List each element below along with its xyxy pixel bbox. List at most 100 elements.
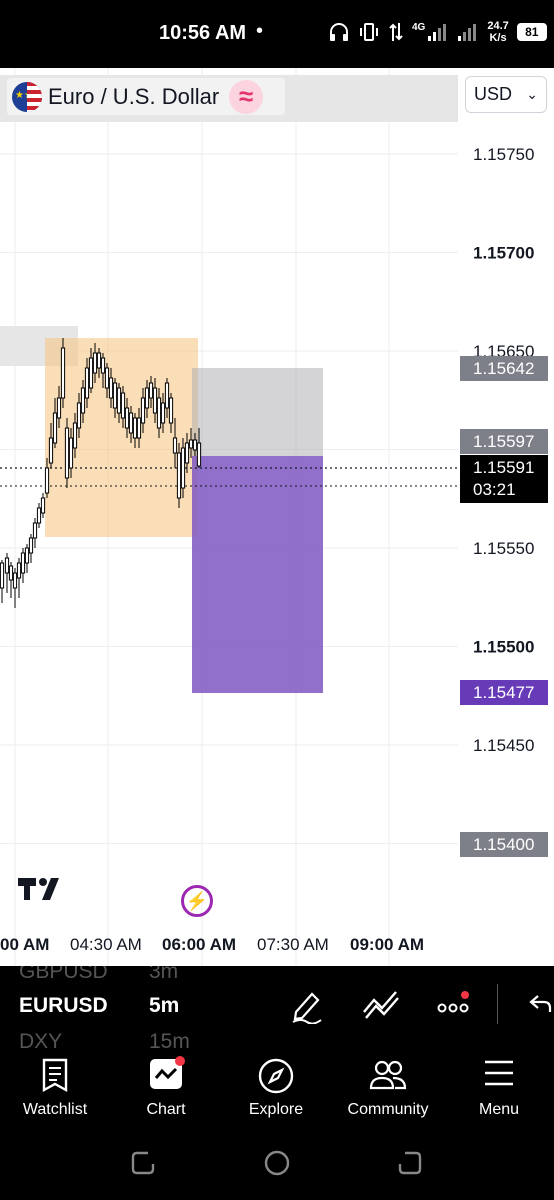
price-axis-label: 1.15550 bbox=[473, 539, 534, 558]
next-symbol-row[interactable]: DXY 15m bbox=[19, 1030, 190, 1048]
nav-explore[interactable]: Explore bbox=[221, 1048, 331, 1130]
candle-body bbox=[108, 377, 114, 399]
timeframe: 5m bbox=[149, 994, 180, 1017]
current-symbol-row[interactable]: EURUSD 5m bbox=[19, 994, 179, 1018]
pen-icon[interactable] bbox=[290, 988, 324, 1024]
headphones-icon bbox=[330, 23, 348, 41]
bottom-nav: Watchlist Chart Explore Community Menu bbox=[0, 1048, 554, 1130]
menu-icon bbox=[485, 1060, 513, 1086]
time-axis-label: 06:00 AM bbox=[162, 935, 236, 954]
candle-body bbox=[184, 442, 190, 464]
entry-price-tag-text: 1.15597 bbox=[473, 432, 534, 451]
signal-2-icon bbox=[458, 24, 477, 41]
candle-body bbox=[140, 397, 146, 424]
back-icon[interactable] bbox=[397, 1150, 423, 1176]
time-axis-label: 09:00 AM bbox=[350, 935, 424, 954]
candle-body bbox=[120, 392, 126, 419]
currency-select[interactable]: USD ⌄ bbox=[465, 76, 547, 113]
prev-symbol-row[interactable]: GBPUSD 3m bbox=[19, 966, 178, 984]
position-top-tag-text: 1.15642 bbox=[473, 359, 534, 378]
candle-body bbox=[92, 352, 98, 374]
nav-watchlist[interactable]: Watchlist bbox=[0, 1048, 110, 1130]
undo-icon[interactable] bbox=[528, 988, 554, 1018]
candle-body bbox=[12, 572, 18, 589]
candle-body bbox=[40, 497, 46, 514]
home-icon[interactable] bbox=[263, 1149, 291, 1177]
candle-body bbox=[196, 442, 202, 467]
price-axis-label: 1.15450 bbox=[473, 736, 534, 755]
nav-chart[interactable]: Chart bbox=[111, 1048, 221, 1130]
target-price-tag-text: 1.15477 bbox=[473, 683, 534, 702]
network-type: 4G bbox=[412, 21, 426, 33]
candle-body bbox=[48, 437, 54, 464]
candle-body bbox=[88, 357, 94, 389]
current-price-tag-text: 03:21 bbox=[473, 480, 516, 499]
candle-body bbox=[32, 522, 38, 539]
candle-body bbox=[148, 382, 154, 399]
recents-icon[interactable] bbox=[130, 1150, 156, 1176]
time-axis-label: 00 AM bbox=[0, 935, 49, 954]
candle-body bbox=[96, 352, 102, 369]
candle-body bbox=[172, 437, 178, 454]
nav-menu[interactable]: Menu bbox=[444, 1048, 554, 1130]
candle-body bbox=[64, 427, 70, 479]
price-axis-label: 1.15700 bbox=[473, 244, 534, 263]
tradingview-logo bbox=[18, 878, 59, 900]
battery-icon: 81 bbox=[516, 23, 547, 41]
take-profit-box bbox=[192, 456, 323, 693]
candle-body bbox=[164, 382, 170, 409]
candle-body bbox=[84, 367, 90, 399]
time-axis-label: 07:30 AM bbox=[257, 935, 329, 954]
status-dot: • bbox=[256, 20, 264, 42]
status-time: 10:56 AM bbox=[159, 22, 247, 44]
compass-icon bbox=[258, 1058, 294, 1094]
candle-body bbox=[28, 537, 34, 554]
price-chart[interactable]: 1.157501.157001.156501.155501.155001.154… bbox=[0, 68, 554, 966]
candle-body bbox=[144, 387, 150, 409]
chart-badge bbox=[175, 1056, 185, 1066]
stop-loss-box bbox=[192, 368, 323, 456]
chevron-down-icon: ⌄ bbox=[526, 86, 538, 102]
candle-body bbox=[0, 562, 5, 589]
candle-body bbox=[68, 437, 74, 469]
candle-body bbox=[124, 407, 130, 429]
candle-body bbox=[156, 397, 162, 429]
candle-body bbox=[100, 357, 106, 374]
candle-body bbox=[36, 507, 42, 524]
wave-icon[interactable]: ≈ bbox=[229, 79, 264, 114]
candle-body bbox=[24, 547, 30, 564]
candle-body bbox=[168, 397, 174, 424]
watchlist-icon bbox=[42, 1058, 68, 1092]
status-bar: 10:56 AM • 4G 24.7 K/s 81 bbox=[0, 0, 554, 68]
candle-body bbox=[44, 467, 50, 494]
candle-body bbox=[16, 562, 22, 579]
candle-body bbox=[192, 439, 198, 451]
replay-icon[interactable]: ⚡ bbox=[181, 885, 213, 917]
chart-area[interactable]: 1.15750 1.15700 1.15650 1.15550 1.15500 1.154… bbox=[0, 68, 554, 966]
candle-body bbox=[188, 439, 194, 449]
candle-body bbox=[132, 417, 138, 439]
candle-body bbox=[76, 402, 82, 429]
status-icons: 4G 24.7 K/s 81 bbox=[328, 20, 547, 44]
alert-price-tag-text: 1.15400 bbox=[473, 835, 534, 854]
candle-body bbox=[112, 382, 118, 409]
eur-usd-flag-icon: ★★ bbox=[12, 81, 42, 112]
symbol-title: Euro / U.S. Dollar bbox=[48, 83, 220, 109]
candle-body bbox=[176, 452, 182, 499]
more-icon[interactable] bbox=[437, 988, 473, 1020]
candle-body bbox=[136, 417, 142, 439]
symbol-ticker: EURUSD bbox=[19, 994, 108, 1017]
data-arrows-icon bbox=[389, 23, 403, 41]
price-axis-label: 1.15750 bbox=[473, 145, 534, 164]
candle-body bbox=[180, 447, 186, 489]
net-speed: 24.7 K/s bbox=[487, 20, 509, 44]
nav-community[interactable]: Community bbox=[333, 1048, 443, 1130]
candle-body bbox=[56, 397, 62, 419]
candle-body bbox=[52, 412, 58, 444]
candle-body bbox=[80, 387, 86, 414]
symbol-button[interactable]: ★★ Euro / U.S. Dollar ≈ bbox=[7, 78, 285, 115]
candle-body bbox=[152, 387, 158, 414]
multiline-icon[interactable] bbox=[362, 988, 400, 1020]
symbol-strip: GBPUSD 3m EURUSD 5m DXY 15m bbox=[0, 966, 554, 1048]
candle-body bbox=[60, 347, 66, 399]
